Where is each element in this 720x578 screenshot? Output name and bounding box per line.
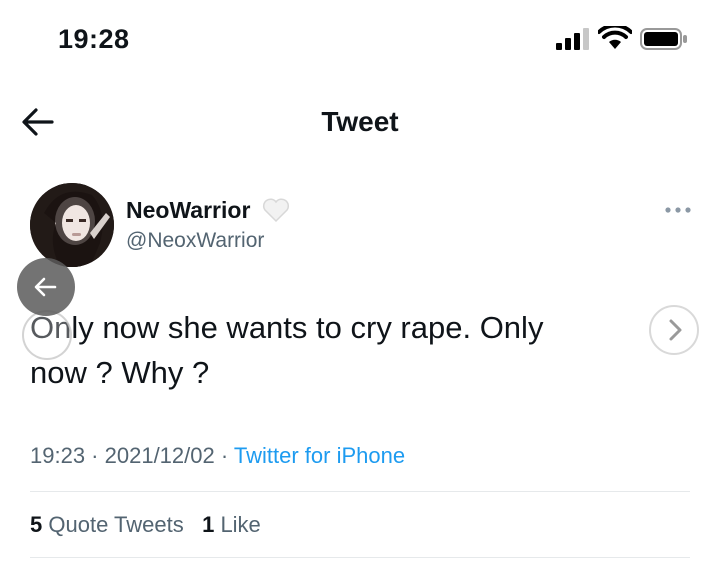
more-dots-icon[interactable] <box>664 204 692 216</box>
likes-stat[interactable]: 1 Like <box>202 512 261 537</box>
tweet-date: 2021/12/02 <box>104 443 215 468</box>
wifi-icon <box>598 26 632 49</box>
tweet-time: 19:23 <box>30 443 86 468</box>
display-name[interactable]: NeoWarrior <box>126 197 250 224</box>
tweet-text-line-2: now ? Why ? <box>30 355 210 390</box>
separator: · <box>85 443 105 468</box>
chevron-right-icon <box>669 319 682 341</box>
avatar-image <box>30 183 114 267</box>
user-handle[interactable]: @NeoxWarrior <box>126 229 264 253</box>
white-heart-icon <box>262 198 290 223</box>
quote-count: 5 <box>30 512 43 537</box>
quote-tweets-stat[interactable]: 5 Quote Tweets <box>30 512 184 537</box>
divider <box>30 557 690 558</box>
tweet-text: Only now she wants to cry rape. Only now… <box>30 305 630 395</box>
carousel-prev-button[interactable] <box>17 258 75 316</box>
chevron-left-icon <box>34 277 57 297</box>
tweet-text-line-1: Only now she wants to cry rape. Only <box>30 310 544 345</box>
like-label: Like <box>220 512 261 537</box>
like-count: 1 <box>202 512 215 537</box>
avatar[interactable] <box>30 183 114 267</box>
status-time: 19:28 <box>58 24 130 54</box>
tweet-source-link[interactable]: Twitter for iPhone <box>234 443 405 468</box>
carousel-prev-ring <box>22 310 72 360</box>
battery-icon <box>640 28 687 50</box>
divider <box>30 491 690 492</box>
tweet-meta: 19:23 · 2021/12/02 · Twitter for iPhone <box>30 443 405 469</box>
separator: · <box>214 443 234 468</box>
tweet-stats: 5 Quote Tweets 1 Like <box>30 512 261 538</box>
page-title: Tweet <box>321 106 399 137</box>
signal-icon <box>556 28 589 50</box>
quote-label: Quote Tweets <box>48 512 184 537</box>
carousel-next-button[interactable] <box>649 305 699 355</box>
